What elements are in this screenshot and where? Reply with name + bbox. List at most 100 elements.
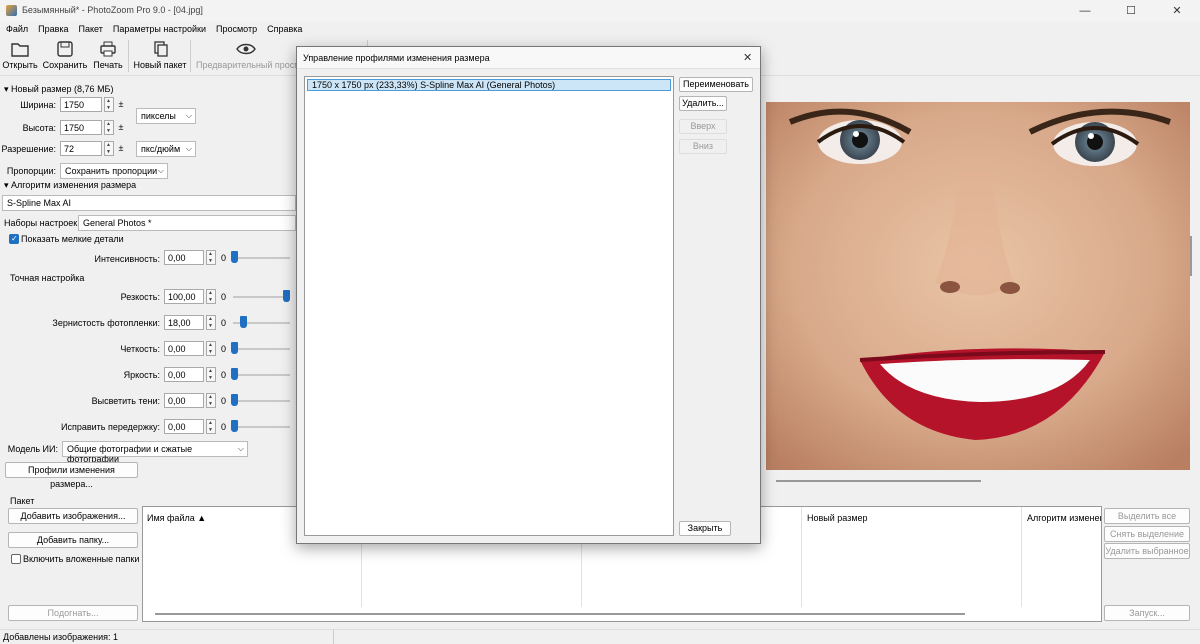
- link-icon[interactable]: ±: [117, 120, 125, 135]
- collapse-arrow-icon: ▾: [4, 180, 12, 190]
- sharpness-slider-thumb[interactable]: [283, 290, 290, 302]
- minimize-button[interactable]: —: [1062, 0, 1108, 22]
- chevron-down-icon: ⌵: [157, 166, 164, 175]
- shadows-input[interactable]: 0,00: [164, 393, 204, 408]
- floppy-icon: [57, 41, 73, 57]
- intensity-slider-thumb[interactable]: [231, 251, 238, 263]
- clarity-input[interactable]: 0,00: [164, 341, 204, 356]
- sharpness-spinner[interactable]: [206, 289, 216, 304]
- presets-select[interactable]: General Photos *: [78, 215, 296, 231]
- dialog-close-button[interactable]: Закрыть: [679, 521, 731, 536]
- proportions-value: Сохранить пропорции: [65, 166, 158, 176]
- dialog-close-icon[interactable]: ✕: [743, 51, 752, 64]
- proportions-select[interactable]: Сохранить пропорции ⌵: [60, 163, 168, 179]
- sharpness-zero: 0: [221, 292, 227, 302]
- shadows-slider[interactable]: [233, 400, 290, 402]
- include-subfolders-checkbox[interactable]: [11, 554, 21, 564]
- width-input[interactable]: 1750: [60, 97, 102, 112]
- menu-file[interactable]: Файл: [1, 22, 33, 36]
- preview-button[interactable]: Предварительный просм: [196, 38, 296, 74]
- menu-settings[interactable]: Параметры настройки: [108, 22, 211, 36]
- height-input[interactable]: 1750: [60, 120, 102, 135]
- open-button[interactable]: Открыть: [2, 38, 38, 74]
- film-grain-label: Зернистость фотопленки:: [52, 318, 160, 328]
- overexposure-slider[interactable]: [233, 426, 290, 428]
- intensity-spinner[interactable]: [206, 250, 216, 265]
- clarity-spinner[interactable]: [206, 341, 216, 356]
- brightness-slider-thumb[interactable]: [231, 368, 238, 380]
- app-icon: [6, 5, 17, 16]
- overexposure-slider-thumb[interactable]: [231, 420, 238, 432]
- sharpness-slider[interactable]: [233, 296, 290, 298]
- print-button[interactable]: Печать: [90, 38, 126, 74]
- sharpness-label: Резкость:: [120, 292, 160, 302]
- table-scrollbar[interactable]: [155, 613, 965, 615]
- intensity-slider[interactable]: [233, 257, 290, 259]
- save-button[interactable]: Сохранить: [42, 38, 88, 74]
- preview-vertical-scrollbar[interactable]: [1190, 236, 1192, 276]
- maximize-button[interactable]: ☐: [1108, 0, 1154, 22]
- sharpness-input[interactable]: 100,00: [164, 289, 204, 304]
- delete-selected-button[interactable]: Удалить выбранное: [1104, 543, 1190, 559]
- brightness-spinner[interactable]: [206, 367, 216, 382]
- resize-profiles-button[interactable]: Профили изменения размера...: [5, 462, 138, 489]
- algorithm-section[interactable]: ▾ Алгоритм изменения размера: [4, 180, 136, 191]
- resolution-label: Разрешение:: [1, 144, 56, 154]
- overexposure-spinner[interactable]: [206, 419, 216, 434]
- profile-list-item[interactable]: 1750 x 1750 px (233,33%) S-Spline Max AI…: [307, 79, 671, 91]
- resolution-spinner[interactable]: [104, 141, 114, 156]
- film-grain-spinner[interactable]: [206, 315, 216, 330]
- select-all-button[interactable]: Выделить все: [1104, 508, 1190, 524]
- preview-label: Предварительный просм: [196, 60, 296, 70]
- intensity-input[interactable]: 0,00: [164, 250, 204, 265]
- shadows-spinner[interactable]: [206, 393, 216, 408]
- menu-help[interactable]: Справка: [262, 22, 307, 36]
- new-size-section[interactable]: ▾ Новый размер (8,76 МБ): [4, 84, 113, 95]
- brightness-input[interactable]: 0,00: [164, 367, 204, 382]
- rename-button[interactable]: Переименовать: [679, 77, 753, 92]
- algorithm-select[interactable]: S-Spline Max AI: [2, 195, 296, 211]
- unit-select[interactable]: пикселы ⌵: [136, 108, 196, 124]
- show-details-checkbox[interactable]: [9, 234, 19, 244]
- resolution-input[interactable]: 72: [60, 141, 102, 156]
- new-batch-button[interactable]: Новый пакет: [132, 38, 188, 74]
- dialog-title: Управление профилями изменения размера: [303, 53, 490, 63]
- new-batch-label: Новый пакет: [133, 60, 187, 70]
- shadows-slider-thumb[interactable]: [231, 394, 238, 406]
- clarity-slider-thumb[interactable]: [231, 342, 238, 354]
- move-down-button[interactable]: Вниз: [679, 139, 727, 154]
- film-grain-slider-thumb[interactable]: [240, 316, 247, 328]
- column-header-filename[interactable]: Имя файла ▲: [147, 513, 206, 523]
- brightness-slider[interactable]: [233, 374, 290, 376]
- height-spinner[interactable]: [104, 120, 114, 135]
- link-icon[interactable]: ±: [117, 97, 125, 112]
- column-header-new-size[interactable]: Новый размер: [807, 513, 868, 523]
- column-divider: [801, 507, 802, 607]
- delete-profile-button[interactable]: Удалить...: [679, 96, 727, 111]
- preview-scrollbar[interactable]: [776, 480, 981, 482]
- overexposure-input[interactable]: 0,00: [164, 419, 204, 434]
- proportions-label: Пропорции:: [6, 166, 56, 176]
- save-label: Сохранить: [42, 60, 88, 70]
- menu-view[interactable]: Просмотр: [211, 22, 262, 36]
- ai-model-select[interactable]: Общие фотографии и сжатые фотографии ⌵: [62, 441, 248, 464]
- move-up-button[interactable]: Вверх: [679, 119, 727, 134]
- deselect-button[interactable]: Снять выделение: [1104, 526, 1190, 542]
- clarity-zero: 0: [221, 344, 227, 354]
- add-images-button[interactable]: Добавить изображения...: [8, 508, 138, 524]
- film-grain-input[interactable]: 18,00: [164, 315, 204, 330]
- menu-bar: Файл Правка Пакет Параметры настройки Просмо…: [0, 22, 1200, 36]
- menu-edit[interactable]: Правка: [33, 22, 73, 36]
- run-button[interactable]: Запуск...: [1104, 605, 1190, 621]
- add-folder-button[interactable]: Добавить папку...: [8, 532, 138, 548]
- image-preview[interactable]: [760, 102, 1190, 470]
- close-button[interactable]: ✕: [1154, 0, 1200, 22]
- profiles-list[interactable]: 1750 x 1750 px (233,33%) S-Spline Max AI…: [304, 76, 674, 536]
- fit-button[interactable]: Подогнать...: [8, 605, 138, 621]
- menu-batch[interactable]: Пакет: [74, 22, 108, 36]
- column-header-algorithm[interactable]: Алгоритм изменен: [1027, 513, 1101, 523]
- resolution-unit-select[interactable]: пкс/дюйм ⌵: [136, 141, 196, 157]
- link-icon[interactable]: ±: [117, 141, 125, 156]
- width-spinner[interactable]: [104, 97, 114, 112]
- clarity-slider[interactable]: [233, 348, 290, 350]
